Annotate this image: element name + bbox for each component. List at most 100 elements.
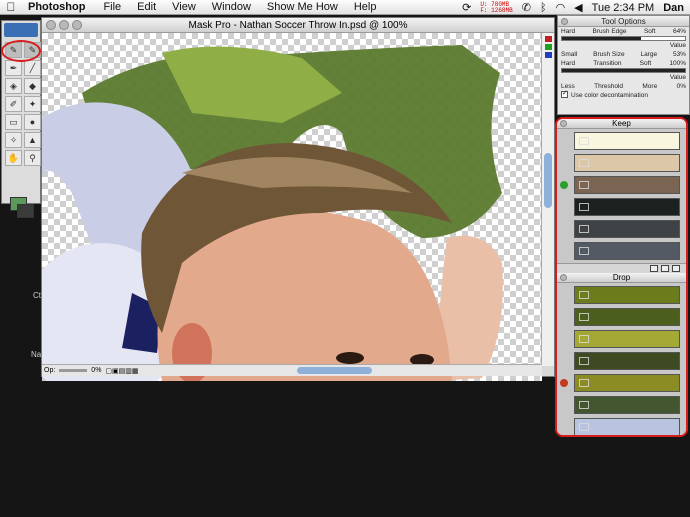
drop-color-swatch[interactable] xyxy=(574,308,680,326)
horizontal-scroll-thumb[interactable] xyxy=(297,367,372,374)
opacity-slider[interactable] xyxy=(59,369,88,372)
user-name[interactable]: Dan xyxy=(663,2,684,14)
phone-icon[interactable]: ✆ xyxy=(522,1,531,14)
keep-panel-footer xyxy=(557,263,686,273)
drop-swatch-chip xyxy=(579,313,589,321)
volume-icon[interactable]: ◀ xyxy=(574,1,582,14)
keep-panel-titlebar[interactable]: Keep xyxy=(557,119,686,129)
background-color-swatch[interactable] xyxy=(17,204,34,218)
memory-meter: U: 780MB F: 1268MB xyxy=(480,1,512,14)
sync-icon[interactable]: ⟳ xyxy=(462,1,471,14)
opacity-value: 0% xyxy=(91,367,102,374)
keep-swatch-row[interactable] xyxy=(557,218,686,240)
drop-color-swatch[interactable] xyxy=(574,374,680,392)
drop-swatch-row[interactable] xyxy=(557,306,686,328)
hand-icon[interactable]: ✋ xyxy=(5,150,22,166)
bucket-icon[interactable]: ◆ xyxy=(24,78,41,94)
menu-edit[interactable]: Edit xyxy=(137,1,156,13)
keep-color-swatch[interactable] xyxy=(574,132,680,150)
drop-color-swatch[interactable] xyxy=(574,396,680,414)
brush-edge-value-row: Value xyxy=(558,41,689,50)
brush-edge-row: Hard Brush Edge Soft 64% xyxy=(558,27,689,36)
drop-swatch-chip xyxy=(579,335,589,343)
red-channel-chip[interactable] xyxy=(545,36,552,42)
drop-panel-close-button[interactable] xyxy=(560,274,567,281)
brush-edge-max-label: Soft xyxy=(643,28,656,35)
drop-swatch-row[interactable] xyxy=(557,350,686,372)
drop-swatch-chip xyxy=(579,401,589,409)
vertical-scrollbar[interactable] xyxy=(541,33,554,366)
drop-swatch-row[interactable] xyxy=(557,416,686,435)
drop-color-swatch[interactable] xyxy=(574,418,680,435)
document-titlebar[interactable]: Mask Pro - Nathan Soccer Throw In.psd @ … xyxy=(42,18,554,33)
drop-swatch-row[interactable] xyxy=(557,328,686,350)
apple-icon[interactable]:  xyxy=(0,0,22,14)
brush-edge-slider[interactable] xyxy=(561,36,686,41)
drop-panel-titlebar[interactable]: Drop xyxy=(557,273,686,283)
tool-options-title: Tool Options xyxy=(601,17,646,26)
line-icon[interactable]: ╱ xyxy=(24,60,41,76)
decontamination-row: Use color decontamination xyxy=(558,89,689,100)
blue-channel-chip[interactable] xyxy=(545,52,552,58)
keep-swatch-row[interactable] xyxy=(557,196,686,218)
menu-app-name[interactable]: Photoshop xyxy=(28,1,85,13)
zoom-icon[interactable]: ⚲ xyxy=(24,150,41,166)
drop-color-swatch[interactable] xyxy=(574,330,680,348)
tool-options-titlebar[interactable]: Tool Options xyxy=(558,16,689,27)
keep-color-swatch[interactable] xyxy=(574,176,680,194)
keep-panel-close-button[interactable] xyxy=(560,120,567,127)
clock[interactable]: Tue 2:34 PM xyxy=(592,2,655,14)
brush-size-min-label: Small xyxy=(561,51,578,58)
wand-icon[interactable]: ✧ xyxy=(5,132,22,148)
wifi-icon[interactable]: ◠ xyxy=(556,1,566,14)
keep-new-swatch-icon[interactable] xyxy=(650,265,658,272)
view-mode-icon[interactable]: ▢▣▤▥▦ xyxy=(105,367,138,375)
vertical-scroll-thumb[interactable] xyxy=(544,153,552,208)
tool-options-close-button[interactable] xyxy=(561,18,568,25)
fill-icon[interactable]: ◈ xyxy=(5,78,22,94)
drop-swatch-row[interactable] xyxy=(557,284,686,306)
image-canvas[interactable] xyxy=(42,33,542,381)
transition-row: Hard Transition Soft 100% xyxy=(558,59,689,68)
decontamination-label: Use color decontamination xyxy=(571,92,648,99)
keep-swatch-chip xyxy=(579,181,589,189)
brush-edge-value: 64% xyxy=(672,28,686,35)
bluetooth-icon[interactable]: ᛒ xyxy=(540,2,547,14)
drop-swatch-row[interactable] xyxy=(557,372,686,394)
brush-size-value: 53% xyxy=(672,51,686,58)
drop-swatch-row[interactable] xyxy=(557,394,686,416)
status-bar: Op: 0% ▢▣▤▥▦ xyxy=(42,364,542,376)
drop-icon[interactable]: ● xyxy=(24,114,41,130)
keep-swatch-row[interactable] xyxy=(557,240,686,262)
green-channel-chip[interactable] xyxy=(545,44,552,50)
keep-swatch-row[interactable] xyxy=(557,152,686,174)
eraser-icon[interactable]: ▭ xyxy=(5,114,22,130)
keep-swatch-chip xyxy=(579,225,589,233)
transition-slider[interactable] xyxy=(561,68,686,73)
pen-icon[interactable]: ✒ xyxy=(5,60,22,76)
menu-file[interactable]: File xyxy=(103,1,121,13)
brush-icon[interactable]: ✐ xyxy=(5,96,22,112)
menu-show-me-how[interactable]: Show Me How xyxy=(267,1,338,13)
drop-swatch-chip xyxy=(579,423,589,431)
keep-color-swatch[interactable] xyxy=(574,154,680,172)
value-label: Value xyxy=(669,42,686,49)
chisel-icon[interactable]: ▲ xyxy=(24,132,41,148)
menu-window[interactable]: Window xyxy=(212,1,251,13)
menu-help[interactable]: Help xyxy=(354,1,377,13)
keep-swatch-chip xyxy=(579,159,589,167)
keep-trash-icon[interactable] xyxy=(672,265,680,272)
drop-color-swatch[interactable] xyxy=(574,286,680,304)
drop-swatch-chip xyxy=(579,357,589,365)
keep-swatch-row[interactable] xyxy=(557,174,686,196)
keep-swatch-row[interactable] xyxy=(557,130,686,152)
keep-color-swatch[interactable] xyxy=(574,198,680,216)
menu-view[interactable]: View xyxy=(172,1,196,13)
keep-color-swatch[interactable] xyxy=(574,242,680,260)
magic-brush-icon[interactable]: ✦ xyxy=(24,96,41,112)
keep-sample-icon[interactable] xyxy=(661,265,669,272)
drop-color-swatch[interactable] xyxy=(574,352,680,370)
keep-color-swatch[interactable] xyxy=(574,220,680,238)
drop-swatch-chip xyxy=(579,379,589,387)
decontamination-checkbox[interactable] xyxy=(561,89,568,98)
